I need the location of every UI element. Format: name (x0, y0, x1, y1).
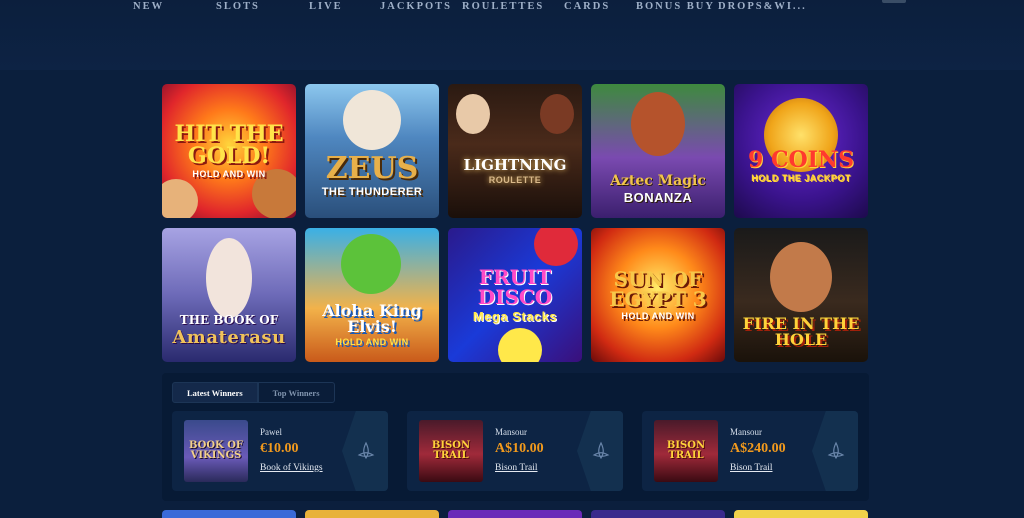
winner-player-name: Mansour (730, 427, 762, 437)
game-tile-lightning-roulette[interactable]: LIGHTNING ROULETTE (448, 84, 582, 218)
game-tile-fruit-disco[interactable]: FRUIT DISCO Mega Stacks (448, 228, 582, 362)
tab-top-winners[interactable]: Top Winners (257, 382, 335, 403)
game-title: 9 COINS HOLD THE JACKPOT (748, 147, 854, 183)
nav-slots[interactable]: SLOTS (216, 1, 260, 12)
nav-bonus-buy[interactable]: BONUS BUY (636, 1, 715, 12)
dwarf-figure (770, 242, 832, 312)
winner-game-link[interactable]: Bison Trail (495, 463, 538, 473)
zeus-figure (343, 90, 401, 150)
triquetra-icon (357, 441, 375, 460)
game-tile-aloha-king-elvis[interactable]: Aloha King Elvis! HOLD AND WIN (305, 228, 439, 362)
gnome-figure (162, 179, 198, 218)
amaterasu-figure (206, 238, 252, 318)
game-title: LIGHTNING ROULETTE (463, 155, 567, 185)
winner-card: BISON TRAIL Mansour A$240.00 Bison Trail (642, 411, 858, 491)
winner-card: BISON TRAIL Mansour A$10.00 Bison Trail (407, 411, 623, 491)
winner-card: BOOK OF VIKINGS Pawel €10.00 Book of Vik… (172, 411, 388, 491)
game-tile-zeus[interactable]: ZEUS THE THUNDERER (305, 84, 439, 218)
game-tile-peek[interactable] (734, 510, 868, 518)
winner-amount: A$240.00 (730, 441, 786, 456)
game-tile-book-of-amaterasu[interactable]: THE BOOK OF Amaterasu (162, 228, 296, 362)
game-tile-hit-the-gold[interactable]: HIT THE GOLD! HOLD AND WIN (162, 84, 296, 218)
winner-game-link[interactable]: Book of Vikings (260, 463, 323, 473)
dealer-right (540, 94, 574, 134)
nav-jackpots[interactable]: JACKPOTS (380, 1, 452, 12)
triquetra-icon (592, 441, 610, 460)
game-title: HIT THE GOLD! HOLD AND WIN (174, 121, 284, 179)
nav-new[interactable]: NEW (133, 1, 164, 12)
winners-tabs: Latest Winners Top Winners (172, 382, 335, 403)
winner-game-thumbnail[interactable]: BISON TRAIL (654, 420, 718, 482)
game-title: THE BOOK OF Amaterasu (172, 312, 286, 348)
game-tile-fire-in-the-hole[interactable]: FIRE IN THE HOLE (734, 228, 868, 362)
winner-player-name: Pawel (260, 427, 282, 437)
winner-game-link[interactable]: Bison Trail (730, 463, 773, 473)
lemon-graphic (498, 328, 542, 362)
winner-amount: A$10.00 (495, 441, 544, 456)
game-tile-9-coins[interactable]: 9 COINS HOLD THE JACKPOT (734, 84, 868, 218)
strawberry-graphic (534, 228, 578, 266)
top-header: NEW SLOTS LIVE JACKPOTS ROULETTES CARDS … (0, 0, 1024, 70)
aztec-figure (631, 92, 685, 156)
tab-latest-winners[interactable]: Latest Winners (172, 382, 258, 403)
game-title: Aloha King Elvis! HOLD AND WIN (322, 301, 422, 347)
game-title: FIRE IN THE HOLE (742, 314, 860, 349)
game-title: FRUIT DISCO Mega Stacks (472, 265, 558, 324)
main-nav: NEW SLOTS LIVE JACKPOTS ROULETTES CARDS … (0, 0, 1024, 16)
game-title: Aztec Magic BONANZA (610, 173, 706, 205)
nav-roulettes[interactable]: ROULETTES (462, 1, 544, 12)
frog-figure (341, 234, 401, 294)
nav-drops-and-wins[interactable]: DROPS&WI... (718, 1, 807, 12)
game-title: ZEUS THE THUNDERER (321, 151, 423, 198)
dealer-left (456, 94, 490, 134)
game-title: SUN OF EGYPT 3 HOLD AND WIN (609, 267, 707, 321)
winners-panel: Latest Winners Top Winners BOOK OF VIKIN… (162, 373, 869, 501)
game-tile-peek[interactable] (448, 510, 582, 518)
winner-player-name: Mansour (495, 427, 527, 437)
game-tile-sun-of-egypt-3[interactable]: SUN OF EGYPT 3 HOLD AND WIN (591, 228, 725, 362)
header-button[interactable] (882, 0, 906, 3)
game-tile-peek[interactable] (591, 510, 725, 518)
winner-game-thumbnail[interactable]: BISON TRAIL (419, 420, 483, 482)
game-tile-peek[interactable] (162, 510, 296, 518)
nav-cards[interactable]: CARDS (564, 1, 610, 12)
triquetra-icon (827, 441, 845, 460)
game-tile-peek[interactable] (305, 510, 439, 518)
nav-live[interactable]: LIVE (309, 1, 343, 12)
game-tile-aztec-magic-bonanza[interactable]: Aztec Magic BONANZA (591, 84, 725, 218)
winner-game-thumbnail[interactable]: BOOK OF VIKINGS (184, 420, 248, 482)
winner-amount: €10.00 (260, 441, 299, 456)
